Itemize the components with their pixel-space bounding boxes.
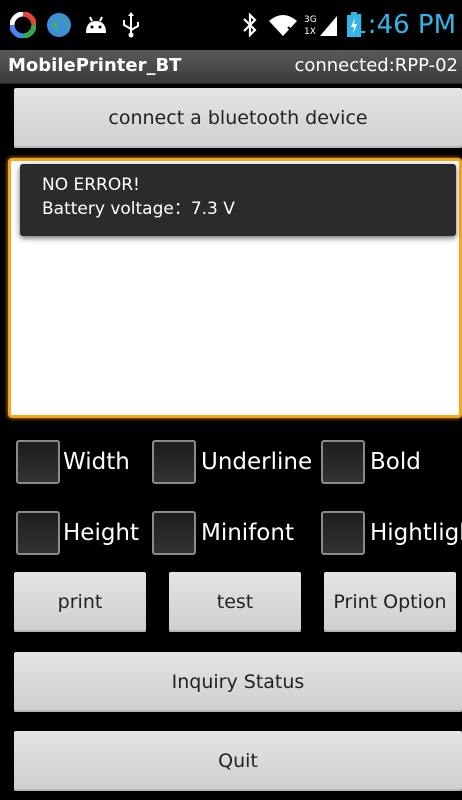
bluetooth-icon (240, 12, 260, 38)
print-button[interactable]: print (14, 572, 146, 632)
quit-button[interactable]: Quit (14, 731, 462, 791)
usb-icon (120, 12, 142, 38)
signal-3g-icon: 3G 1X (304, 12, 338, 38)
test-button[interactable]: test (169, 572, 301, 632)
underline-label: Underline (201, 449, 313, 475)
height-checkbox[interactable] (16, 511, 60, 555)
highlight-checkbox[interactable] (321, 511, 365, 555)
test-button-label: test (216, 591, 254, 613)
height-label: Height (63, 520, 140, 546)
network-type-top: 3G (304, 15, 317, 25)
toast-line-1: NO ERROR! (42, 175, 140, 195)
title-bar: MobilePrinter_BT connected:RPP-02 (0, 50, 462, 84)
width-label: Width (63, 449, 130, 475)
inquiry-status-button-label: Inquiry Status (171, 671, 305, 693)
connect-bluetooth-button[interactable]: connect a bluetooth device (14, 88, 462, 148)
connect-bluetooth-button-label: connect a bluetooth device (108, 107, 368, 129)
minifont-checkbox[interactable] (152, 511, 196, 555)
app-title: MobilePrinter_BT (8, 55, 182, 76)
android-icon (82, 12, 110, 38)
connection-status: connected:RPP-02 (294, 55, 458, 76)
bold-checkbox[interactable] (321, 440, 365, 484)
globe-icon (46, 12, 72, 38)
width-checkbox[interactable] (16, 440, 60, 484)
quit-button-label: Quit (218, 750, 258, 772)
bold-label: Bold (370, 449, 421, 475)
status-bar: 3G 1X 1:46 PM (0, 0, 462, 50)
wifi-icon (268, 12, 298, 38)
network-type-bottom: 1X (304, 27, 316, 37)
print-option-button-label: Print Option (333, 591, 447, 613)
underline-checkbox[interactable] (152, 440, 196, 484)
inquiry-status-button[interactable]: Inquiry Status (14, 652, 462, 712)
print-option-button[interactable]: Print Option (324, 572, 456, 632)
status-toast: NO ERROR! Battery voltage：7.3 V (20, 164, 456, 236)
minifont-label: Minifont (201, 520, 294, 546)
print-button-label: print (57, 591, 103, 613)
highlight-label: Hightligh (370, 520, 462, 546)
clock: 1:46 PM (351, 10, 456, 40)
sync-icon (10, 12, 36, 38)
toast-line-2: Battery voltage：7.3 V (42, 199, 235, 219)
